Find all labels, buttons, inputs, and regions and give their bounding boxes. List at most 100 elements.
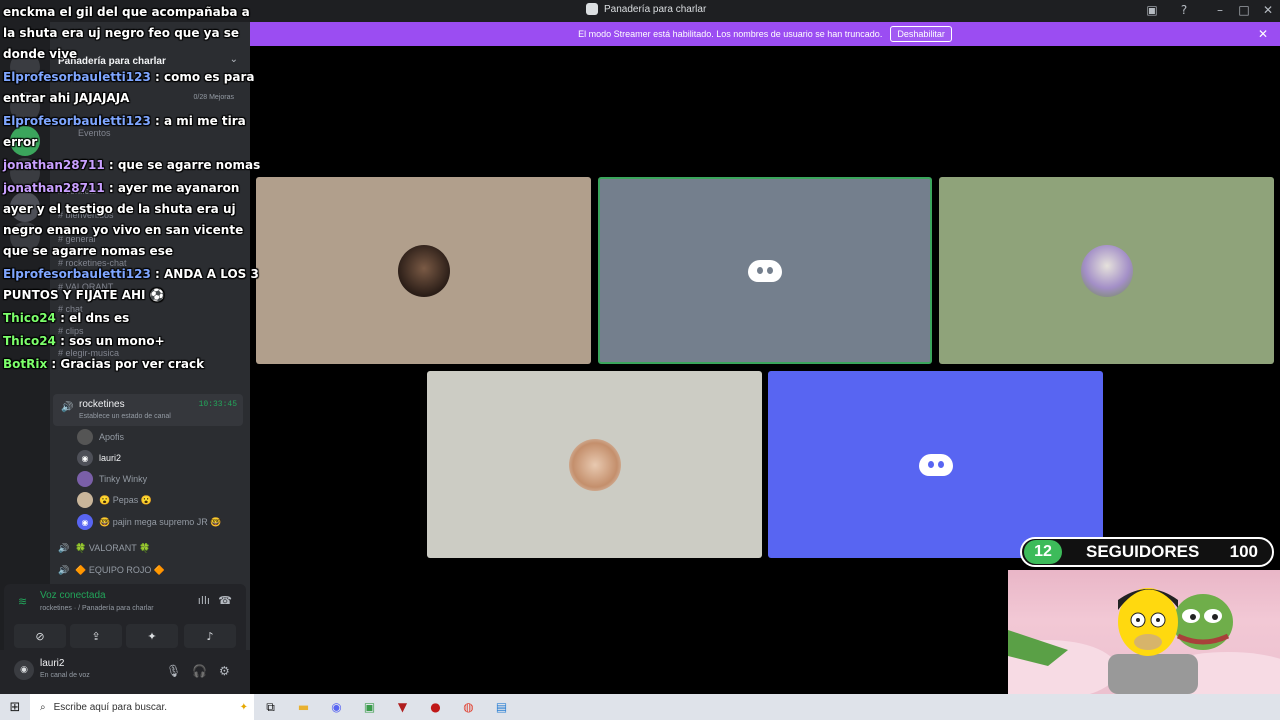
disable-streamer-button[interactable]: Deshabilitar — [890, 26, 952, 42]
voice-user-name: lauri2 — [99, 453, 122, 463]
voice-user-name: 😮 Pepas 😮 — [99, 494, 152, 505]
user-avatar — [568, 438, 621, 491]
follower-goal: 12 SEGUIDORES 100 — [1020, 537, 1274, 567]
video-tile-speaking[interactable] — [598, 177, 932, 364]
screen: Panadería para charlar ▣ ? – □ ✕ El modo… — [0, 0, 1280, 720]
voice-timer: 10:33:45 — [198, 400, 237, 409]
username[interactable]: lauri2 — [40, 658, 64, 669]
streamer-mode-banner: El modo Streamer está habilitado. Los no… — [250, 22, 1280, 46]
goal-label: SEGUIDORES — [1086, 542, 1200, 561]
chat-text: : que se agarre nomas — [108, 158, 261, 172]
chat-username: BotRix — [3, 357, 48, 371]
chat-message: Elprofesorbauletti123 : a mi me tira err… — [3, 111, 265, 153]
avatar[interactable]: ◉ — [14, 660, 34, 680]
video-tile[interactable] — [939, 177, 1274, 364]
stream-chat-overlay: enckma el gil del que acompañaba a la sh… — [3, 2, 265, 377]
taskbar-search[interactable]: ⌕ Escribe aquí para buscar. ✦ — [30, 694, 254, 720]
sparkle-icon: ✦ — [239, 701, 248, 713]
chat-username: Elprofesorbauletti123 — [3, 70, 151, 84]
banner-text: El modo Streamer está habilitado. Los no… — [578, 29, 883, 39]
user-panel: ◉ lauri2 En canal de voz 🎙 🎧 ⚙ — [0, 650, 250, 694]
chat-text: : Gracias por ver crack — [51, 357, 205, 371]
chat-text: : el dns es — [60, 311, 130, 325]
close-window-button[interactable]: ✕ — [1260, 3, 1276, 17]
video-tile[interactable] — [768, 371, 1103, 558]
speaker-icon: 🔊 — [58, 565, 70, 575]
chat-username: Elprofesorbauletti123 — [3, 114, 151, 128]
voice-channel-name: rocketines — [79, 399, 125, 410]
discord-logo-icon — [918, 452, 953, 478]
chat-message: jonathan28711 : ayer me ayanaron ayer y … — [3, 178, 265, 262]
microphone-icon[interactable]: 🎙 — [166, 664, 181, 678]
discord-logo-icon — [748, 258, 782, 284]
voice-channel-status[interactable]: Establece un estado de canal — [79, 413, 171, 420]
voice-connected-label: Voz conectada — [40, 590, 106, 601]
banner-close-icon[interactable]: ✕ — [1258, 27, 1268, 41]
disconnect-icon[interactable]: ☎ — [218, 594, 232, 607]
taskbar: ⊞ ⌕ Escribe aquí para buscar. ✦ ⧉ ▬ ◉ ▣ … — [0, 694, 1280, 720]
app-taskbar-icon[interactable]: ● — [419, 700, 452, 714]
voice-channel-label: 🍀 VALORANT 🍀 — [75, 543, 151, 553]
goal-current: 12 — [1024, 540, 1062, 564]
windows-start-icon[interactable]: ⊞ — [0, 700, 30, 715]
settings-gear-icon[interactable]: ⚙ — [219, 664, 230, 678]
voice-channel-item[interactable]: 🔊 🍀 VALORANT 🍀 — [58, 543, 150, 554]
file-explorer-icon[interactable]: ▬ — [287, 700, 320, 714]
app-taskbar-icon[interactable]: ▤ — [485, 700, 518, 714]
headphones-icon[interactable]: 🎧 — [192, 664, 207, 678]
goal-target: 100 — [1229, 542, 1258, 561]
user-avatar — [397, 244, 450, 297]
chat-message: Thico24 : el dns es — [3, 308, 265, 329]
chat-text: : sos un mono+ — [60, 334, 165, 348]
search-placeholder: Escribe aquí para buscar. — [53, 701, 168, 713]
window-title: Panadería para charlar — [586, 3, 706, 15]
speaker-icon: 🔊 — [61, 402, 74, 413]
chat-text: enckma el gil del que acompañaba a la sh… — [3, 5, 250, 61]
discord-app-icon — [586, 3, 598, 15]
inbox-icon[interactable]: ▣ — [1144, 3, 1160, 17]
minimize-button[interactable]: – — [1212, 3, 1228, 17]
chat-message: Elprofesorbauletti123 : ANDA A LOS 3 PUN… — [3, 264, 265, 306]
app-taskbar-icon[interactable]: ▣ — [353, 700, 386, 714]
avatar: ◉ — [77, 450, 93, 466]
chrome-taskbar-icon[interactable]: ◍ — [452, 700, 485, 714]
activities-button[interactable]: ✦ — [126, 624, 178, 648]
chat-message: enckma el gil del que acompañaba a la sh… — [3, 2, 265, 65]
chat-message: BotRix : Gracias por ver crack — [3, 354, 265, 375]
chat-username: jonathan28711 — [3, 158, 105, 172]
discord-taskbar-icon[interactable]: ◉ — [320, 700, 353, 714]
help-icon[interactable]: ? — [1176, 3, 1192, 17]
user-avatar — [1080, 244, 1133, 297]
voice-user[interactable]: Apofis — [77, 428, 124, 446]
chat-username: Thico24 — [3, 334, 56, 348]
voice-connected-location[interactable]: rocketines · / Panadería para charlar — [40, 605, 154, 612]
voice-user[interactable]: ◉ 🤓 pajin mega supremo JR 🤓 — [77, 513, 221, 531]
maximize-button[interactable]: □ — [1236, 3, 1252, 17]
voice-user[interactable]: ◉ lauri2 — [77, 449, 121, 467]
soundboard-button[interactable]: ♪ — [184, 624, 236, 648]
voice-user[interactable]: Tinky Winky — [77, 470, 147, 488]
screen-share-button[interactable]: ⇪ — [70, 624, 122, 648]
task-view-icon[interactable]: ⧉ — [254, 700, 287, 715]
speaker-icon: 🔊 — [58, 543, 70, 553]
voice-channel-active[interactable]: 🔊 rocketines Establece un estado de cana… — [53, 394, 243, 426]
user-status: En canal de voz — [40, 672, 90, 679]
avatar — [77, 429, 93, 445]
chat-username: jonathan28711 — [3, 181, 105, 195]
voice-channel-label: 🔶 EQUIPO ROJO 🔶 — [75, 565, 166, 575]
camera-off-button[interactable]: ⊘ — [14, 624, 66, 648]
voice-channel-item[interactable]: 🔊 🔶 EQUIPO ROJO 🔶 — [58, 565, 165, 576]
voice-user[interactable]: 😮 Pepas 😮 — [77, 491, 152, 509]
chat-message: jonathan28711 : que se agarre nomas — [3, 155, 265, 176]
chat-username: Thico24 — [3, 311, 56, 325]
signal-icon[interactable]: ≋ — [18, 595, 27, 608]
valorant-taskbar-icon[interactable]: ▼ — [386, 700, 419, 714]
search-icon: ⌕ — [40, 701, 46, 713]
avatar: ◉ — [77, 514, 93, 530]
avatar — [77, 492, 93, 508]
noise-suppression-icon[interactable]: ıllı — [198, 594, 210, 607]
voice-user-name: Tinky Winky — [99, 474, 148, 484]
video-tile[interactable] — [427, 371, 762, 558]
chat-message: Elprofesorbauletti123 : como es para ent… — [3, 67, 265, 109]
video-tile[interactable] — [256, 177, 591, 364]
